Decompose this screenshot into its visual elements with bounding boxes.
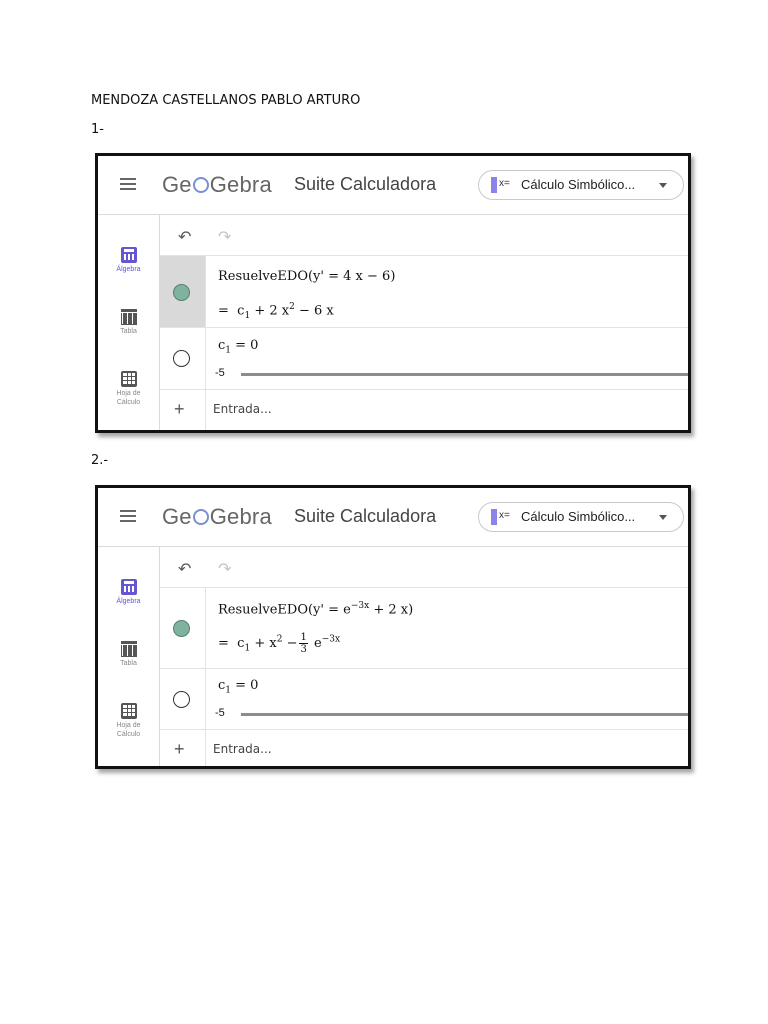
input-bar[interactable]: Entrada...	[213, 742, 272, 756]
app-mode-select[interactable]: x= Cálculo Simbólico...	[478, 502, 684, 532]
redo-icon[interactable]: ↷	[218, 227, 231, 247]
spreadsheet-icon	[120, 371, 137, 387]
sidebar: Álgebra Tabla Hoja de Cálculo	[98, 215, 160, 430]
sidebar-item-label: Álgebra	[116, 598, 141, 605]
cas-badge-label: x=	[499, 178, 510, 189]
app-mode-value: Cálculo Simbólico...	[521, 177, 636, 192]
sidebar-item-label: Tabla	[120, 328, 137, 335]
table-icon	[120, 309, 137, 325]
command-result: = c1 + 2 x2 − 6 x	[218, 302, 334, 321]
visibility-toggle-empty[interactable]	[173, 691, 190, 708]
cas-badge-icon	[491, 509, 497, 525]
slider-min-label: -5	[215, 367, 225, 379]
command-expression: ResuelveEDO(y' = 4 x − 6)	[218, 269, 396, 284]
chevron-down-icon	[659, 515, 667, 520]
undo-redo-bar: ↶ ↷	[160, 215, 688, 256]
sidebar-item-spreadsheet[interactable]: Hoja de Cálculo	[98, 703, 159, 739]
algebra-row-slider[interactable]: c1 = 0 -5	[160, 328, 688, 390]
exercise-label-1: 1-	[91, 122, 104, 137]
chevron-down-icon	[659, 183, 667, 188]
visibility-toggle-empty[interactable]	[173, 350, 190, 367]
algebra-view: ↶ ↷ ResuelveEDO(y' = 4 x − 6) = c1 + 2 x…	[160, 215, 688, 430]
slider-track[interactable]	[241, 373, 688, 376]
cas-badge-label: x=	[499, 510, 510, 521]
calculator-icon	[120, 247, 137, 263]
undo-icon[interactable]: ↶	[178, 227, 191, 247]
plus-icon[interactable]: +	[174, 399, 185, 420]
slider-track[interactable]	[241, 713, 688, 716]
algebra-row-input[interactable]: + Entrada...	[160, 390, 688, 430]
algebra-row-command[interactable]: ResuelveEDO(y' = 4 x − 6) = c1 + 2 x2 − …	[160, 256, 688, 328]
geogebra-logo: Ge Gebra	[162, 504, 272, 529]
sidebar-item-label: Tabla	[120, 660, 137, 667]
sidebar-item-label: Álgebra	[116, 266, 141, 273]
sidebar-item-spreadsheet[interactable]: Hoja de Cálculo	[98, 371, 159, 407]
exercise-label-2: 2.-	[91, 453, 109, 468]
input-bar[interactable]: Entrada...	[213, 402, 272, 416]
undo-icon[interactable]: ↶	[178, 559, 191, 579]
app-mode-select[interactable]: x= Cálculo Simbólico...	[478, 170, 684, 200]
geogebra-screenshot-1: Ge Gebra Suite Calculadora x= Cálculo Sim…	[95, 153, 691, 433]
app-header: Ge Gebra Suite Calculadora x= Cálculo Sim…	[98, 488, 688, 547]
spreadsheet-icon	[120, 703, 137, 719]
cas-badge-icon	[491, 177, 497, 193]
sidebar-item-label: Hoja de Cálculo	[116, 722, 141, 738]
table-icon	[120, 641, 137, 657]
command-expression: ResuelveEDO(y' = e−3x + 2 x)	[218, 601, 414, 618]
slider-expression: c1 = 0	[218, 338, 259, 356]
undo-redo-bar: ↶ ↷	[160, 547, 688, 588]
menu-icon[interactable]	[120, 510, 136, 522]
visibility-toggle-filled[interactable]	[173, 620, 190, 637]
sidebar-item-label: Hoja de Cálculo	[116, 390, 141, 406]
sidebar-item-table[interactable]: Tabla	[98, 309, 159, 336]
app-mode-value: Cálculo Simbólico...	[521, 509, 636, 524]
visibility-toggle-filled[interactable]	[173, 284, 190, 301]
slider-min-label: -5	[215, 707, 225, 719]
plus-icon[interactable]: +	[174, 739, 185, 760]
algebra-row-slider[interactable]: c1 = 0 -5	[160, 669, 688, 730]
algebra-view: ↶ ↷ ResuelveEDO(y' = e−3x + 2 x) = c1 + …	[160, 547, 688, 766]
algebra-row-command[interactable]: ResuelveEDO(y' = e−3x + 2 x) = c1 + x2 −…	[160, 588, 688, 669]
suite-title: Suite Calculadora	[294, 506, 437, 526]
redo-icon[interactable]: ↷	[218, 559, 231, 579]
slider-expression: c1 = 0	[218, 678, 259, 696]
sidebar: Álgebra Tabla Hoja de Cálculo	[98, 547, 160, 766]
command-result: = c1 + x2 −1 3 e−3x	[218, 632, 341, 655]
algebra-row-input[interactable]: + Entrada...	[160, 730, 688, 766]
fraction: 13	[299, 632, 308, 655]
menu-icon[interactable]	[120, 178, 136, 190]
sidebar-item-algebra[interactable]: Álgebra	[98, 579, 159, 606]
suite-title: Suite Calculadora	[294, 174, 437, 194]
calculator-icon	[120, 579, 137, 595]
sidebar-item-algebra[interactable]: Álgebra	[98, 247, 159, 274]
author-name: MENDOZA CASTELLANOS PABLO ARTURO	[91, 93, 361, 108]
app-header: Ge Gebra Suite Calculadora x= Cálculo Sim…	[98, 156, 688, 215]
sidebar-item-table[interactable]: Tabla	[98, 641, 159, 668]
geogebra-logo: Ge Gebra	[162, 172, 272, 197]
geogebra-screenshot-2: Ge Gebra Suite Calculadora x= Cálculo Sim…	[95, 485, 691, 769]
